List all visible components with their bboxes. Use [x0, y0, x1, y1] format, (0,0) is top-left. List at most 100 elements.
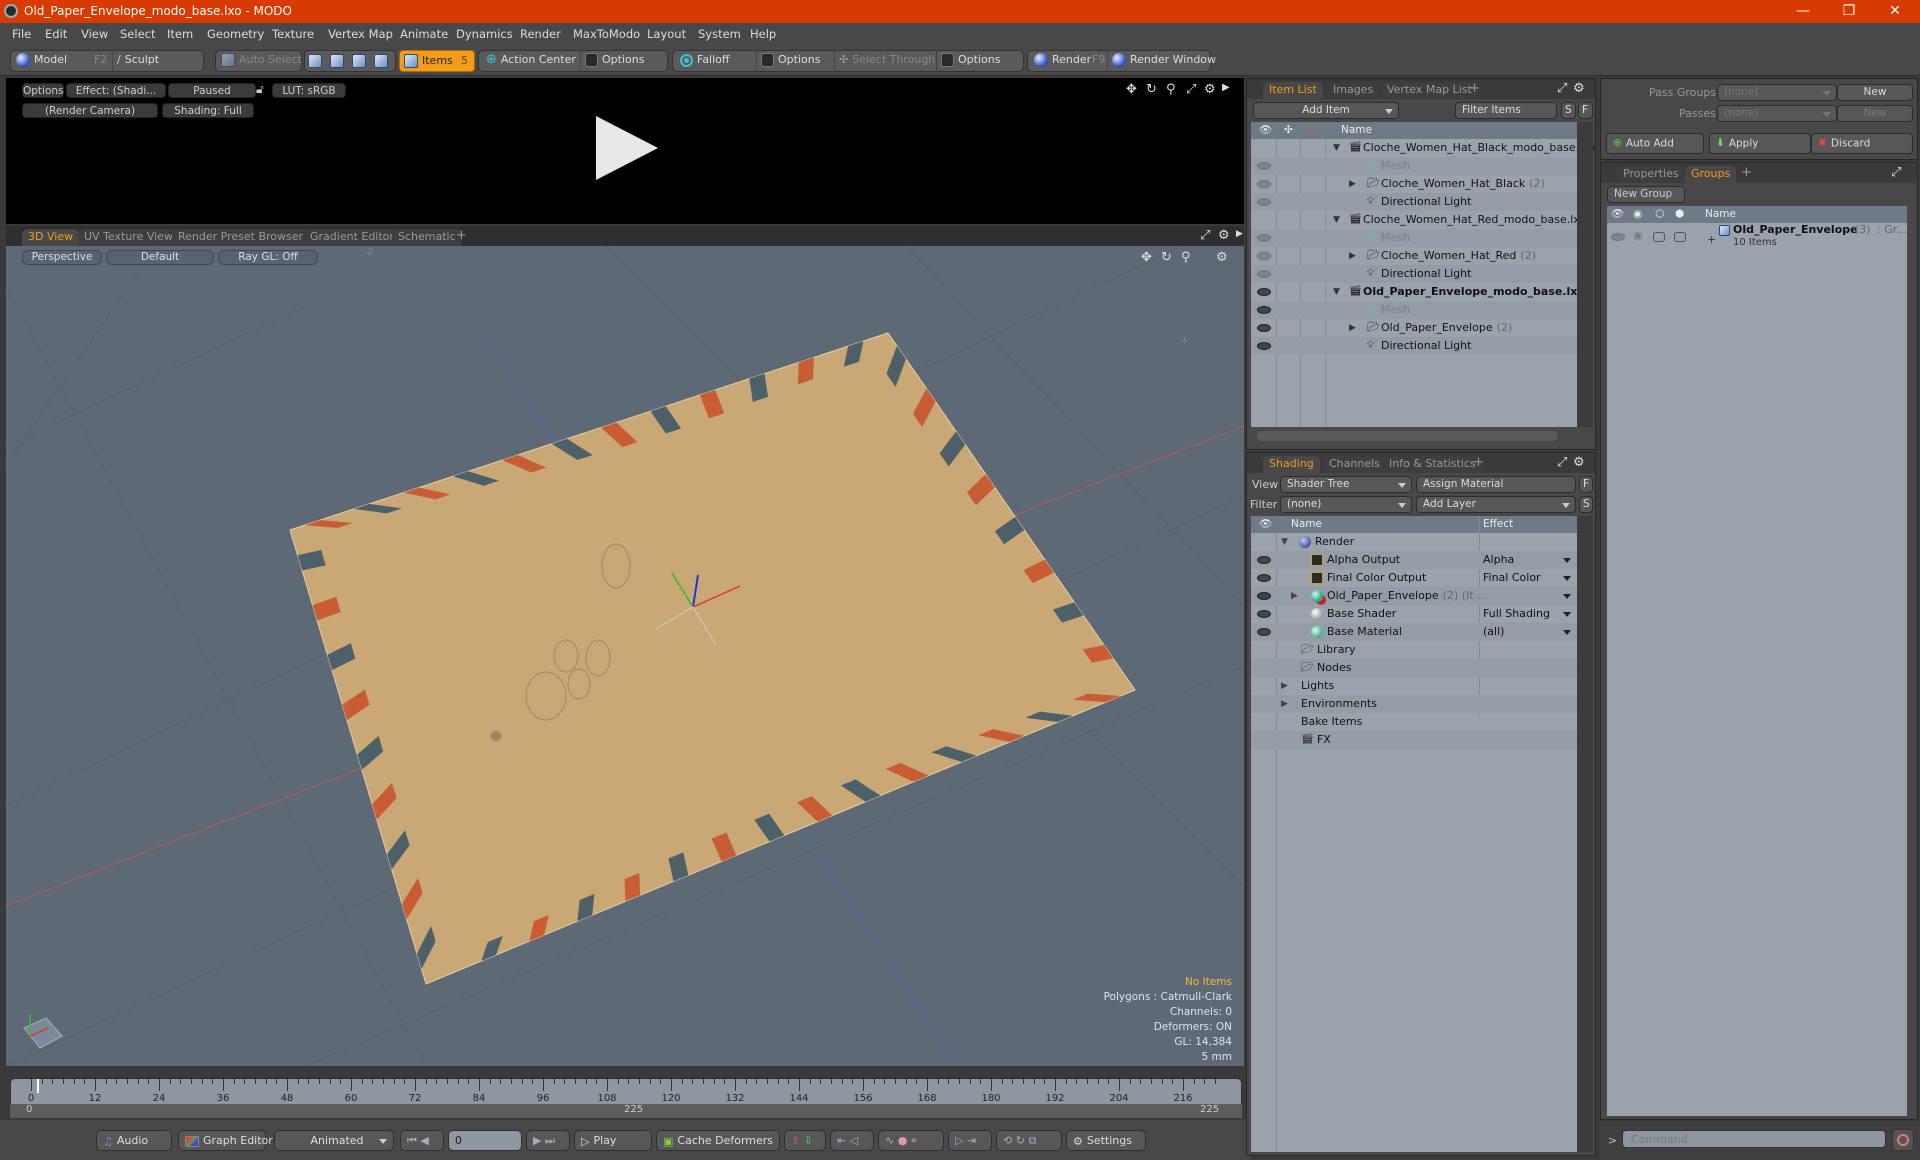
model-button[interactable]: Model F2 [12, 50, 112, 72]
gear-icon[interactable]: ⚙ [1204, 82, 1216, 97]
render-button[interactable]: Render F9 [1030, 50, 1108, 72]
menu-maxtomodo[interactable]: MaxToModo [573, 27, 640, 41]
shading-dropdown[interactable]: Shading: Full [162, 103, 254, 118]
shader-tree-row[interactable]: ▶ Old_Paper_Envelope (2) (It ... [1251, 587, 1577, 605]
f-toggle[interactable]: F [1579, 476, 1593, 493]
tab-item-list[interactable]: Item List [1263, 82, 1323, 99]
effect-value[interactable]: (all) [1483, 623, 1504, 641]
menu-select[interactable]: Select [120, 27, 155, 41]
shader-tree-row[interactable]: Bake Items [1251, 713, 1577, 731]
expand-icon[interactable]: ▶ [1281, 677, 1288, 695]
gear-icon[interactable]: ⚙ [1216, 250, 1228, 265]
expand-icon[interactable]: ▶ [1281, 695, 1288, 713]
falloff-button[interactable]: Falloff [676, 50, 756, 72]
next-key-buttons[interactable]: ▷ ⇥ [948, 1130, 992, 1151]
auto-add-button[interactable]: ⊕ Auto Add [1606, 133, 1704, 154]
item-list-row[interactable]: ▼ 🎬︎ Old_Paper_Envelope_modo_base.lxo [1251, 283, 1585, 301]
select-through-button[interactable]: ✣ Select Through [834, 50, 935, 72]
effect-dropdown-arrow-icon[interactable] [1563, 612, 1571, 617]
prev-key-alt-icon[interactable]: ◁ [850, 1134, 858, 1147]
menu-file[interactable]: File [12, 27, 31, 41]
play-render-icon[interactable] [596, 116, 658, 180]
visibility-eye-icon[interactable] [1257, 610, 1271, 618]
shader-tree-row[interactable]: Final Color Output Final Color [1251, 569, 1577, 587]
close-button[interactable]: ✕ [1872, 0, 1918, 23]
edges-mode-icon[interactable] [330, 54, 344, 68]
tab-images[interactable]: Images [1327, 82, 1380, 99]
expand-icon[interactable]: ▶ [1349, 319, 1356, 337]
shader-tree-row[interactable]: Base Material (all) [1251, 623, 1577, 641]
3d-viewport[interactable]: + Perspective Default Ray GL: Off -Z ✥ ↻… [6, 246, 1244, 1066]
visibility-eye-icon[interactable] [1257, 306, 1271, 314]
item-list-row[interactable]: ⬢ Mesh [1251, 229, 1577, 247]
effect-dropdown-arrow-icon[interactable] [1563, 594, 1571, 599]
graph-editor-button[interactable]: Graph Editor [178, 1130, 273, 1151]
tab-groups[interactable]: Groups [1685, 166, 1737, 183]
gear-icon[interactable]: ⚙ [1573, 455, 1585, 470]
falloff-options-button[interactable]: Options [756, 50, 836, 72]
menu-animate[interactable]: Animate [400, 27, 448, 41]
effect-dropdown-arrow-icon[interactable] [1563, 630, 1571, 635]
audio-button[interactable]: ♫ Audio [96, 1130, 172, 1151]
action-center-options-button[interactable]: Options [580, 50, 666, 72]
restore-button[interactable]: ❐ [1826, 0, 1872, 23]
f-toggle[interactable]: F [1578, 102, 1593, 119]
visibility-eye-icon[interactable] [1257, 574, 1271, 582]
settings-button[interactable]: ⚙ Settings [1066, 1130, 1146, 1151]
item-list-row[interactable]: ▼ 🎬︎ Cloche_Women_Hat_Red_modo_base.lxo [1251, 211, 1586, 229]
lock-icon[interactable]: 🔓︎ [256, 82, 264, 97]
polygons-mode-icon[interactable] [352, 54, 366, 68]
frame-input[interactable]: 0 [448, 1130, 522, 1151]
expand-icon[interactable]: ▶ [1349, 175, 1356, 193]
item-list-hscrollbar[interactable] [1257, 431, 1557, 441]
effect-dropdown-arrow-icon[interactable] [1563, 576, 1571, 581]
key-channel-icon[interactable]: ⌖ [911, 1134, 917, 1147]
maximize-icon[interactable]: ⤢ [1557, 81, 1567, 96]
new-group-button[interactable]: New Group [1607, 186, 1685, 203]
new-pass-group-button[interactable]: New [1837, 84, 1913, 101]
item-list-row[interactable]: ▶ 📂︎ Cloche_Women_Hat_Red (2) [1251, 247, 1577, 265]
go-to-end-icon[interactable]: ⏭ [545, 1134, 555, 1147]
collapse-icon[interactable]: ▼ [1333, 211, 1340, 229]
record-icon[interactable]: ● [898, 1134, 908, 1147]
visibility-eye-icon[interactable] [1257, 234, 1271, 242]
prev-key-icon[interactable]: ⇤ [837, 1134, 846, 1147]
add-tab-button[interactable]: + [1469, 81, 1480, 96]
menu-system[interactable]: System [698, 27, 741, 41]
maximize-icon[interactable]: ⤢ [1557, 455, 1567, 470]
tab-schematic[interactable]: Schematic [392, 229, 462, 246]
effect-dropdown-arrow-icon[interactable] [1563, 558, 1571, 563]
add-tab-button[interactable]: + [1473, 455, 1484, 470]
tab-channels[interactable]: Channels [1323, 456, 1386, 473]
filter-dropdown[interactable]: (none) [1280, 496, 1412, 513]
key-edit-buttons[interactable]: ∿ ● ⌖ [878, 1130, 944, 1151]
menu-item[interactable]: Item [167, 27, 193, 41]
item-list-row[interactable]: 💡︎ Directional Light [1251, 337, 1577, 355]
shader-tree-row[interactable]: Base Shader Full Shading [1251, 605, 1577, 623]
raygl-dropdown[interactable]: Ray GL: Off [218, 250, 318, 265]
visibility-eye-icon[interactable] [1257, 324, 1271, 332]
zoom-icon[interactable]: ⚲ [1181, 250, 1191, 265]
shader-tree-row[interactable]: ▶ Environments [1251, 695, 1577, 713]
visibility-eye-icon[interactable] [1257, 342, 1271, 350]
camera-dropdown[interactable]: (Render Camera) [22, 103, 158, 118]
select-toggle[interactable] [1674, 232, 1686, 242]
cache-deformers-button[interactable]: ▣ Cache Deformers [656, 1130, 780, 1151]
tab-3d-view[interactable]: 3D View [22, 229, 80, 246]
gear-icon[interactable]: ⚙ [1573, 81, 1585, 96]
maximize-icon[interactable]: ⤢ [1200, 228, 1210, 243]
render-window-button[interactable]: Render Window [1107, 50, 1216, 72]
next-frame-icon[interactable]: ▶ [533, 1134, 541, 1147]
menu-dynamics[interactable]: Dynamics [456, 27, 513, 41]
select-through-options-button[interactable]: Options [936, 50, 1022, 72]
menu-layout[interactable]: Layout [647, 27, 686, 41]
shader-tree-row[interactable]: 📂︎ Library [1251, 641, 1577, 659]
arrow-right-icon[interactable]: ▶ [1236, 229, 1243, 239]
visibility-eye-icon[interactable] [1257, 270, 1271, 278]
pass-groups-dropdown[interactable]: (none) [1717, 84, 1837, 101]
collapse-icon[interactable]: ▼ [1333, 139, 1340, 157]
range-bar[interactable]: 0 225 225 [10, 1104, 1242, 1118]
key-up-down-buttons[interactable]: ⇧ ⇩ [784, 1130, 826, 1151]
collapse-icon[interactable]: ▼ [1281, 533, 1288, 551]
apply-button[interactable]: ⬇ Apply [1709, 133, 1811, 154]
